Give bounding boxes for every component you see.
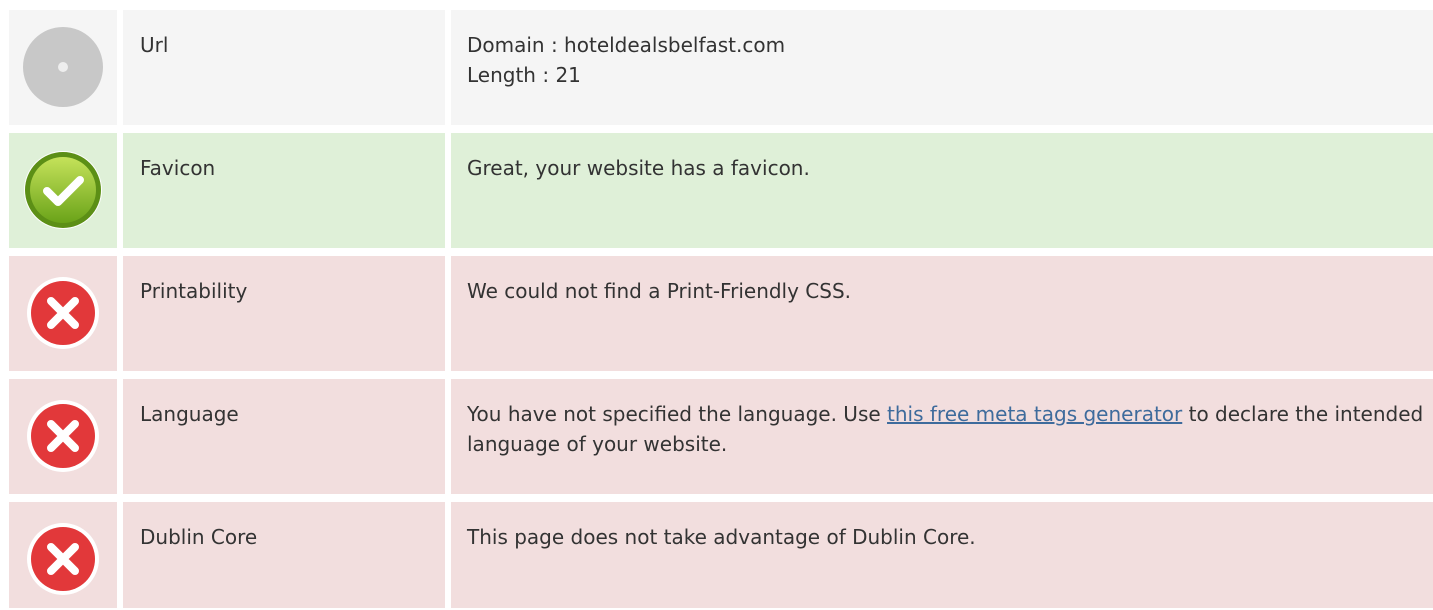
check-icon xyxy=(24,151,102,229)
report-row-url: Url Domain : hoteldealsbelfast.com Lengt… xyxy=(9,10,1433,125)
neutral-dot-icon xyxy=(23,27,103,107)
report-row-printability: Printability We could not find a Print-F… xyxy=(9,256,1433,371)
row-detail: Great, your website has a favicon. xyxy=(451,133,1433,248)
error-x-icon xyxy=(27,277,99,349)
report-row-language: Language You have not specified the lang… xyxy=(9,379,1433,494)
row-detail: This page does not take advantage of Dub… xyxy=(451,502,1433,608)
row-detail: Domain : hoteldealsbelfast.com Length : … xyxy=(451,10,1433,125)
row-label: Dublin Core xyxy=(123,502,445,608)
row-label: Language xyxy=(123,379,445,494)
row-detail: You have not specified the language. Use… xyxy=(451,379,1433,494)
status-cell xyxy=(9,133,117,248)
row-detail: We could not find a Print-Friendly CSS. xyxy=(451,256,1433,371)
row-label: Favicon xyxy=(123,133,445,248)
report-row-favicon: Favicon Great, your website has a favico… xyxy=(9,133,1433,248)
error-x-icon xyxy=(27,523,99,595)
seo-report-table: Url Domain : hoteldealsbelfast.com Lengt… xyxy=(9,10,1433,608)
row-label: Url xyxy=(123,10,445,125)
error-x-icon xyxy=(27,400,99,472)
row-label: Printability xyxy=(123,256,445,371)
status-cell xyxy=(9,379,117,494)
length-line: Length : 21 xyxy=(467,63,581,87)
status-cell xyxy=(9,502,117,608)
status-cell xyxy=(9,10,117,125)
domain-line: Domain : hoteldealsbelfast.com xyxy=(467,33,786,57)
status-cell xyxy=(9,256,117,371)
report-row-dublin-core: Dublin Core This page does not take adva… xyxy=(9,502,1433,608)
meta-tags-generator-link[interactable]: this free meta tags generator xyxy=(887,402,1182,426)
detail-text-before: You have not specified the language. Use xyxy=(467,402,888,426)
